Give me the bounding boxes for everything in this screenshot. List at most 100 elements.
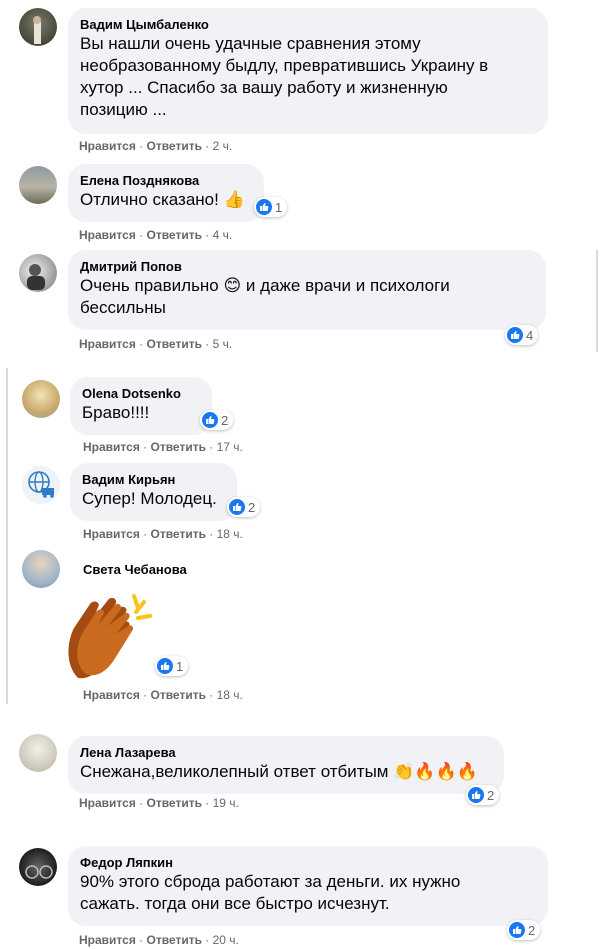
thumbs-up-icon <box>256 199 272 215</box>
comment-bubble: Елена Позднякова Отлично сказано! 👍 <box>68 164 264 222</box>
reply-link[interactable]: Ответить <box>147 933 202 947</box>
avatar[interactable] <box>19 734 57 772</box>
avatar[interactable] <box>22 466 60 504</box>
comment-text: Вы нашли очень удачные сравнения этому <box>80 34 421 53</box>
reply-link[interactable]: Ответить <box>151 440 206 454</box>
timestamp[interactable]: 2 ч. <box>213 139 233 153</box>
author-name[interactable]: Елена Позднякова <box>80 172 252 189</box>
reaction-count[interactable]: 1 <box>155 656 189 676</box>
author-name[interactable]: Вадим Кирьян <box>82 471 225 488</box>
comment-actions: Нравится · Ответить · 18 ч. <box>83 688 243 702</box>
timestamp[interactable]: 18 ч. <box>217 527 243 541</box>
separator-dot: · <box>139 440 151 454</box>
comment-actions: Нравится · Ответить · 4 ч. <box>79 228 232 242</box>
thread-line <box>596 250 598 352</box>
comment-actions: Нравится · Ответить · 5 ч. <box>79 337 232 351</box>
reply-link[interactable]: Ответить <box>151 688 206 702</box>
like-link[interactable]: Нравится <box>83 688 140 702</box>
separator-dot: · <box>201 933 213 947</box>
comment-text: позицию ... <box>80 100 167 119</box>
thumbs-up-icon <box>229 499 245 515</box>
separator-dot: · <box>135 337 147 351</box>
reaction-number: 2 <box>487 787 495 803</box>
thread-line <box>6 368 8 704</box>
author-name[interactable]: Olena Dotsenko <box>82 385 200 402</box>
like-link[interactable]: Нравится <box>79 228 136 242</box>
reaction-number: 4 <box>526 327 534 343</box>
like-link[interactable]: Нравится <box>79 933 136 947</box>
reply-link[interactable]: Ответить <box>147 228 202 242</box>
comment-text: необразованному быдлу, превратившись Укр… <box>80 56 489 75</box>
comment-actions: Нравится · Ответить · 17 ч. <box>83 440 243 454</box>
comment-actions: Нравится · Ответить · 2 ч. <box>79 139 232 153</box>
like-link[interactable]: Нравится <box>83 527 140 541</box>
reaction-count[interactable]: 2 <box>466 785 500 805</box>
timestamp[interactable]: 5 ч. <box>213 337 233 351</box>
avatar[interactable] <box>22 380 60 418</box>
avatar[interactable] <box>19 166 57 204</box>
comment-text: бессильны <box>80 298 166 317</box>
avatar[interactable] <box>19 254 57 292</box>
comment-bubble: Olena Dotsenko Браво!!!! <box>70 377 212 435</box>
reaction-count[interactable]: 2 <box>200 410 234 430</box>
like-link[interactable]: Нравится <box>79 337 136 351</box>
reaction-count[interactable]: 1 <box>254 197 288 217</box>
reaction-count[interactable]: 2 <box>227 497 261 517</box>
comment-bubble: Федор Ляпкин 90% этого сброда работают з… <box>68 846 548 926</box>
comment-bubble: Лена Лазарева Снежана,великолепный ответ… <box>68 736 504 794</box>
separator-dot: · <box>135 796 147 810</box>
separator-dot: · <box>139 688 151 702</box>
like-link[interactable]: Нравится <box>79 139 136 153</box>
timestamp[interactable]: 17 ч. <box>217 440 243 454</box>
comment-text: Супер! Молодец. <box>82 489 217 508</box>
thumbs-up-icon <box>468 787 484 803</box>
separator-dot: · <box>135 228 147 242</box>
separator-dot: · <box>205 527 217 541</box>
avatar[interactable] <box>19 8 57 46</box>
timestamp[interactable]: 19 ч. <box>213 796 239 810</box>
like-link[interactable]: Нравится <box>79 796 136 810</box>
reaction-number: 1 <box>275 199 283 215</box>
separator-dot: · <box>201 228 213 242</box>
comment-bubble: Дмитрий Попов Очень правильно 😊 и даже в… <box>68 250 546 330</box>
timestamp[interactable]: 20 ч. <box>213 933 239 947</box>
comment-text: Отлично сказано! 👍 <box>80 190 245 209</box>
reaction-count[interactable]: 4 <box>505 325 539 345</box>
separator-dot: · <box>201 139 213 153</box>
like-link[interactable]: Нравится <box>83 440 140 454</box>
comment-bubble: Вадим Цымбаленко Вы нашли очень удачные … <box>68 8 548 134</box>
reaction-number: 1 <box>176 658 184 674</box>
thumbs-up-icon <box>509 922 525 938</box>
reply-link[interactable]: Ответить <box>147 139 202 153</box>
author-name[interactable]: Света Чебанова <box>83 561 187 578</box>
thumbs-up-icon <box>202 412 218 428</box>
separator-dot: · <box>205 440 217 454</box>
reply-link[interactable]: Ответить <box>151 527 206 541</box>
separator-dot: · <box>135 139 147 153</box>
reply-link[interactable]: Ответить <box>147 796 202 810</box>
author-name[interactable]: Федор Ляпкин <box>80 854 536 871</box>
comment-text: 90% этого сброда работают за деньги. их … <box>80 872 461 891</box>
timestamp[interactable]: 18 ч. <box>217 688 243 702</box>
comment-text: Очень правильно 😊 и даже врачи и психоло… <box>80 276 450 295</box>
clapping-hands-sticker[interactable] <box>64 588 164 684</box>
reply-link[interactable]: Ответить <box>147 337 202 351</box>
separator-dot: · <box>139 527 151 541</box>
timestamp[interactable]: 4 ч. <box>213 228 233 242</box>
comment-text: Браво!!!! <box>82 403 150 422</box>
thumbs-up-icon <box>157 658 173 674</box>
thumbs-up-icon <box>507 327 523 343</box>
avatar[interactable] <box>19 848 57 886</box>
avatar[interactable] <box>22 550 60 588</box>
comment-bubble: Вадим Кирьян Супер! Молодец. <box>70 463 237 521</box>
comment-text: сажать. тогда они все быстро исчезнут. <box>80 894 390 913</box>
reaction-number: 2 <box>528 922 536 938</box>
author-name[interactable]: Дмитрий Попов <box>80 258 534 275</box>
author-name[interactable]: Вадим Цымбаленко <box>80 16 536 33</box>
separator-dot: · <box>201 337 213 351</box>
separator-dot: · <box>201 796 213 810</box>
author-name[interactable]: Лена Лазарева <box>80 744 492 761</box>
reaction-number: 2 <box>221 412 229 428</box>
reaction-count[interactable]: 2 <box>507 920 541 940</box>
separator-dot: · <box>135 933 147 947</box>
